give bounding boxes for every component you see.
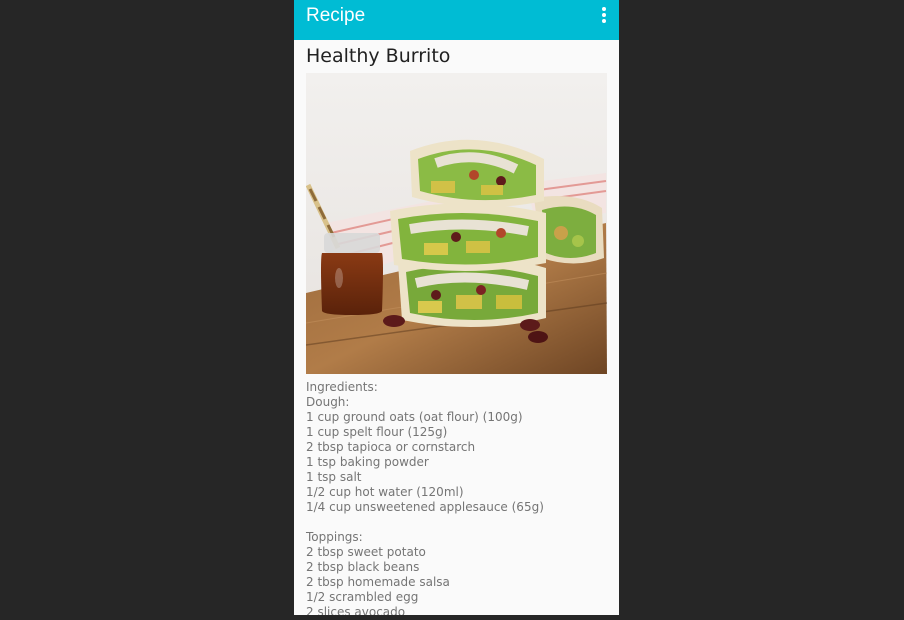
burrito-photo — [306, 73, 607, 374]
dough-heading: Dough: — [306, 395, 350, 409]
app-bar-title: Recipe — [306, 5, 366, 26]
ingredient-item: 1 tsp baking powder — [306, 455, 429, 469]
topping-item: 2 slices avocado — [306, 605, 406, 615]
ingredient-item: 1 cup spelt flour (125g) — [306, 425, 448, 439]
more-vert-icon[interactable] — [597, 6, 611, 24]
phone-screen: Recipe Healthy Burrito Ingredients: Doug… — [294, 0, 619, 615]
topping-item: 1/2 scrambled egg — [306, 590, 419, 604]
toppings-heading: Toppings: — [306, 530, 363, 544]
ingredient-item: 1/4 cup unsweetened applesauce (65g) — [306, 500, 544, 514]
recipe-title: Healthy Burrito — [306, 45, 451, 67]
topping-item: 2 tbsp sweet potato — [306, 545, 426, 559]
recipe-ingredients: Ingredients: Dough: 1 cup ground oats (o… — [306, 380, 611, 615]
ingredient-item: 1 tsp salt — [306, 470, 362, 484]
ingredients-heading: Ingredients: — [306, 380, 378, 394]
topping-item: 2 tbsp black beans — [306, 560, 420, 574]
ingredient-item: 1/2 cup hot water (120ml) — [306, 485, 464, 499]
ingredient-item: 1 cup ground oats (oat flour) (100g) — [306, 410, 523, 424]
ingredient-item: 2 tbsp tapioca or cornstarch — [306, 440, 476, 454]
topping-item: 2 tbsp homemade salsa — [306, 575, 450, 589]
app-bar: Recipe — [294, 0, 619, 40]
